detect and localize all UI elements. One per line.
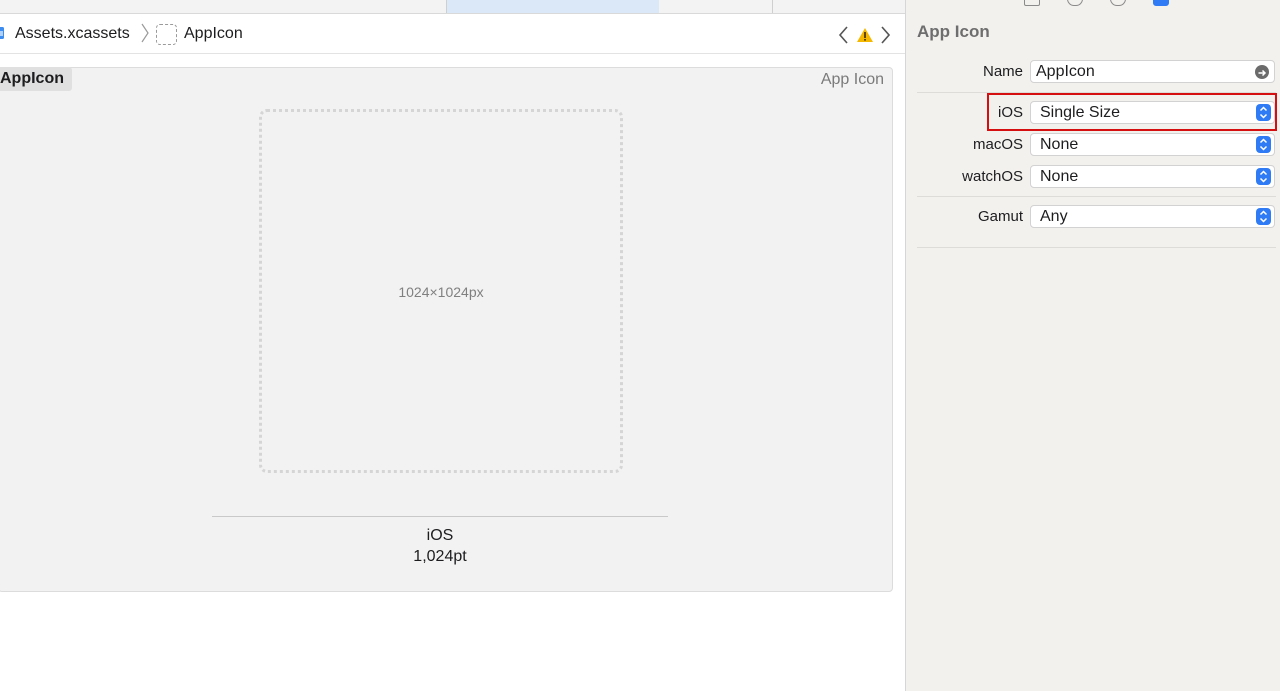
popup-arrows-icon: [1256, 136, 1271, 153]
gamut-popup-value: Any: [1040, 208, 1068, 225]
inspector-divider: [917, 247, 1276, 248]
ios-popup[interactable]: Single Size: [1030, 101, 1275, 124]
inspector-tabs: [906, 0, 1280, 10]
watchos-label: watchOS: [962, 168, 1023, 185]
tab-assets-active[interactable]: [447, 0, 659, 13]
popup-arrows-icon: [1256, 208, 1271, 225]
breadcrumb-assets-xcassets[interactable]: Assets.xcassets: [15, 25, 130, 43]
slot-divider: [212, 516, 668, 517]
macos-popup[interactable]: None: [1030, 133, 1275, 156]
breadcrumb-appicon[interactable]: AppIcon: [184, 25, 243, 43]
warning-icon[interactable]: [856, 27, 874, 48]
inspector-divider: [917, 92, 1276, 93]
attributes-inspector-icon[interactable]: [1153, 0, 1169, 6]
slot-size-label: 1,024pt: [413, 548, 467, 565]
inspector-divider: [917, 196, 1276, 197]
asset-canvas: App Icon 1024×1024px iOS 1,024pt AppIcon: [0, 55, 905, 691]
icon-well-size-label: 1024×1024px: [398, 284, 484, 300]
app-icon-set-icon: [156, 24, 177, 45]
asset-set-panel[interactable]: App Icon 1024×1024px iOS 1,024pt: [0, 67, 893, 592]
editor-tab-bar: [0, 0, 906, 14]
jump-bar: Assets.xcassets AppIcon: [0, 14, 906, 54]
name-field[interactable]: AppIcon: [1030, 60, 1275, 83]
ios-label: iOS: [997, 104, 1023, 121]
macos-popup-value: None: [1040, 136, 1079, 153]
go-to-arrow-icon[interactable]: [1255, 65, 1269, 79]
forward-chevron-icon[interactable]: [880, 25, 892, 50]
attributes-inspector: App Icon Name AppIcon iOS Single Size ma…: [905, 0, 1280, 691]
slot-platform-label: iOS: [426, 527, 454, 544]
watchos-popup[interactable]: None: [1030, 165, 1275, 188]
macos-label: macOS: [972, 136, 1023, 153]
ios-popup-value: Single Size: [1040, 104, 1121, 121]
asset-catalog-icon: [0, 26, 5, 40]
name-field-value: AppIcon: [1036, 63, 1095, 80]
history-inspector-icon[interactable]: [1067, 0, 1083, 6]
help-inspector-icon[interactable]: [1110, 0, 1126, 6]
inspector-section-title: App Icon: [917, 22, 990, 41]
watchos-popup-value: None: [1040, 168, 1079, 185]
popup-arrows-icon: [1256, 168, 1271, 185]
file-inspector-icon[interactable]: [1024, 0, 1040, 6]
popup-arrows-icon: [1256, 104, 1271, 121]
back-chevron-icon[interactable]: [837, 25, 849, 50]
tab-divider: [772, 0, 773, 13]
icon-drop-well[interactable]: 1024×1024px: [259, 109, 623, 473]
gamut-popup[interactable]: Any: [1030, 205, 1275, 228]
name-label: Name: [982, 63, 1023, 80]
breadcrumb-chevron-icon: [140, 22, 150, 49]
asset-type-label: App Icon: [820, 71, 884, 88]
gamut-label: Gamut: [977, 208, 1023, 225]
asset-name-tag[interactable]: AppIcon: [0, 67, 72, 91]
